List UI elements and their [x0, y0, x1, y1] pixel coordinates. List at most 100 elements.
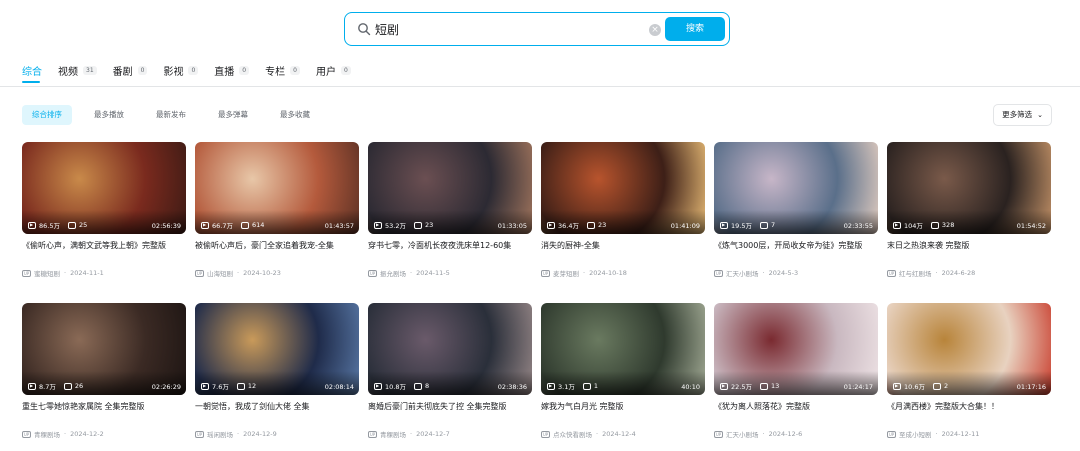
video-stats: ▶ 10.8万 8 [374, 381, 437, 391]
uploader-name[interactable]: 振允剧场 [380, 268, 406, 278]
video-thumbnail[interactable]: ▶ 3.1万 1 40:10 [541, 303, 705, 395]
tab-film[interactable]: 影视 0 [163, 62, 199, 78]
video-stats: ▶ 36.4万 23 [547, 220, 614, 230]
uploader-icon: UP [541, 430, 550, 438]
search-button[interactable]: 搜索 [665, 17, 725, 41]
view-count: 36.4万 [558, 222, 579, 230]
video-title[interactable]: 一朝觉悟，我成了剑仙大佬 全集 [195, 401, 359, 425]
sort-comprehensive[interactable]: 综合排序 [22, 105, 72, 125]
video-thumbnail[interactable]: ▶ 53.2万 23 01:33:05 [368, 142, 532, 234]
sort-most-danmaku[interactable]: 最多弹幕 [208, 105, 258, 125]
video-stats: ▶ 53.2万 23 [374, 220, 441, 230]
video-title[interactable]: 消失的厨神-全集 [541, 240, 705, 264]
video-title[interactable]: 末日之热浪来袭 完整版 [887, 240, 1051, 264]
uploader-icon: UP [887, 430, 896, 438]
video-title[interactable]: 穿书七零，冷面机长夜夜洗床单12-60集 [368, 240, 532, 264]
uploader-name[interactable]: 青稞剧场 [34, 429, 60, 439]
uploader-icon: UP [714, 269, 723, 277]
video-thumbnail[interactable]: ▶ 86.5万 25 02:56:39 [22, 142, 186, 234]
uploader-name[interactable]: 蜜糖短剧 [34, 268, 60, 278]
publish-date: 2024-12-6 [768, 430, 803, 438]
uploader-name[interactable]: 红与红剧场 [899, 268, 932, 278]
video-meta: UP 振允剧场 · 2024-11-5 [368, 268, 532, 278]
video-card[interactable]: ▶ 8.7万 26 02:26:29 重生七零她惊艳家属院 全集完整版 UP 青稞… [22, 303, 186, 439]
video-title[interactable]: 被偷听心声后，豪门全家追着我宠-全集 [195, 240, 359, 264]
meta-separator: · [64, 269, 67, 277]
video-card[interactable]: ▶ 3.1万 1 40:10 嫁我为气白月光 完整版 UP 点众快看剧场 · 20… [541, 303, 705, 439]
play-count-icon: ▶ [893, 221, 901, 229]
video-card[interactable]: ▶ 53.2万 23 01:33:05 穿书七零，冷面机长夜夜洗床单12-60集 … [368, 142, 532, 278]
tab-all[interactable]: 综合 [22, 62, 42, 78]
video-title[interactable]: 离婚后豪门前夫彻底失了控 全集完整版 [368, 401, 532, 425]
sort-newest[interactable]: 最新发布 [146, 105, 196, 125]
uploader-icon: UP [368, 430, 377, 438]
video-thumbnail[interactable]: ▶ 36.4万 23 01:41:09 [541, 142, 705, 234]
video-card[interactable]: ▶ 10.6万 2 01:17:16 《月满西楼》完整版大合集！！ UP 至成小短… [887, 303, 1051, 439]
video-card[interactable]: ▶ 7.6万 12 02:08:14 一朝觉悟，我成了剑仙大佬 全集 UP 瑶闲剧… [195, 303, 359, 439]
uploader-name[interactable]: 青稞剧场 [380, 429, 406, 439]
sort-most-played[interactable]: 最多播放 [84, 105, 134, 125]
tab-video[interactable]: 视频 31 [58, 62, 97, 78]
video-thumbnail[interactable]: ▶ 66.7万 614 01:43:57 [195, 142, 359, 234]
tab-article[interactable]: 专栏 0 [265, 62, 300, 78]
view-count: 10.8万 [385, 383, 406, 391]
danmaku-icon [236, 382, 245, 390]
meta-separator: · [237, 430, 240, 438]
uploader-name[interactable]: 汇天小剧场 [726, 268, 759, 278]
video-thumbnail[interactable]: ▶ 104万 328 01:54:52 [887, 142, 1051, 234]
tab-bangumi[interactable]: 番剧 0 [113, 62, 148, 78]
video-card[interactable]: ▶ 66.7万 614 01:43:57 被偷听心声后，豪门全家追着我宠-全集 U… [195, 142, 359, 278]
video-title[interactable]: 《月满西楼》完整版大合集！！ [887, 401, 1051, 425]
video-thumbnail[interactable]: ▶ 7.6万 12 02:08:14 [195, 303, 359, 395]
video-meta: UP 麦芽短剧 · 2024-10-18 [541, 268, 705, 278]
video-card[interactable]: ▶ 22.5万 13 01:24:17 《犹为离人照落花》完整版 UP 汇天小剧场… [714, 303, 878, 439]
video-thumbnail[interactable]: ▶ 22.5万 13 01:24:17 [714, 303, 878, 395]
video-card[interactable]: ▶ 104万 328 01:54:52 末日之热浪来袭 完整版 UP 红与红剧场 … [887, 142, 1051, 278]
publish-date: 2024-11-1 [70, 269, 104, 277]
meta-separator: · [762, 430, 765, 438]
play-count-icon: ▶ [547, 382, 555, 390]
video-card[interactable]: ▶ 36.4万 23 01:41:09 消失的厨神-全集 UP 麦芽短剧 · 20… [541, 142, 705, 278]
publish-date: 2024-10-23 [243, 269, 281, 277]
video-title[interactable]: 《炼气3000层，开局收女帝为徒》完整版 [714, 240, 878, 264]
meta-separator: · [410, 430, 413, 438]
tab-count: 0 [188, 65, 199, 75]
video-meta: UP 红与红剧场 · 2024-6-28 [887, 268, 1051, 278]
publish-date: 2024-11-5 [416, 269, 450, 277]
publish-date: 2024-6-28 [941, 269, 976, 277]
publish-date: 2024-12-7 [416, 430, 450, 438]
video-card[interactable]: ▶ 86.5万 25 02:56:39 《偷听心声，满朝文武等我上朝》完整版 UP… [22, 142, 186, 278]
tab-user[interactable]: 用户 0 [316, 62, 351, 78]
sort-most-favorited[interactable]: 最多收藏 [270, 105, 320, 125]
video-stats: ▶ 66.7万 614 [201, 220, 272, 230]
video-card[interactable]: ▶ 10.8万 8 02:38:36 离婚后豪门前夫彻底失了控 全集完整版 UP … [368, 303, 532, 439]
search-bar[interactable]: × 搜索 [344, 12, 730, 46]
video-thumbnail[interactable]: ▶ 10.8万 8 02:38:36 [368, 303, 532, 395]
active-tab-underline [22, 81, 40, 83]
search-input[interactable] [375, 19, 655, 39]
clear-icon[interactable]: × [649, 24, 661, 36]
uploader-name[interactable]: 点众快看剧场 [553, 429, 592, 439]
video-stats: ▶ 86.5万 25 [28, 220, 95, 230]
uploader-name[interactable]: 麦芽短剧 [553, 268, 579, 278]
uploader-name[interactable]: 至成小短剧 [899, 429, 932, 439]
play-count-icon: ▶ [374, 221, 382, 229]
danmaku-count: 23 [424, 221, 434, 229]
video-stats: ▶ 22.5万 13 [720, 381, 787, 391]
video-title[interactable]: 重生七零她惊艳家属院 全集完整版 [22, 401, 186, 425]
video-thumbnail[interactable]: ▶ 8.7万 26 02:26:29 [22, 303, 186, 395]
video-thumbnail[interactable]: ▶ 10.6万 2 01:17:16 [887, 303, 1051, 395]
uploader-name[interactable]: 瑶闲剧场 [207, 429, 233, 439]
video-title[interactable]: 《偷听心声，满朝文武等我上朝》完整版 [22, 240, 186, 264]
view-count: 53.2万 [385, 222, 406, 230]
video-title[interactable]: 《犹为离人照落花》完整版 [714, 401, 878, 425]
tab-live[interactable]: 直播 0 [214, 62, 250, 78]
video-thumbnail[interactable]: ▶ 19.5万 7 02:33:55 [714, 142, 878, 234]
video-duration: 01:43:57 [324, 222, 354, 230]
video-card[interactable]: ▶ 19.5万 7 02:33:55 《炼气3000层，开局收女帝为徒》完整版 U… [714, 142, 878, 278]
video-title[interactable]: 嫁我为气白月光 完整版 [541, 401, 705, 425]
uploader-name[interactable]: 山海短剧 [207, 268, 233, 278]
more-filter-button[interactable]: 更多筛选 ⌄ [993, 104, 1052, 126]
play-count-icon: ▶ [201, 382, 209, 390]
uploader-name[interactable]: 汇天小剧场 [726, 429, 759, 439]
